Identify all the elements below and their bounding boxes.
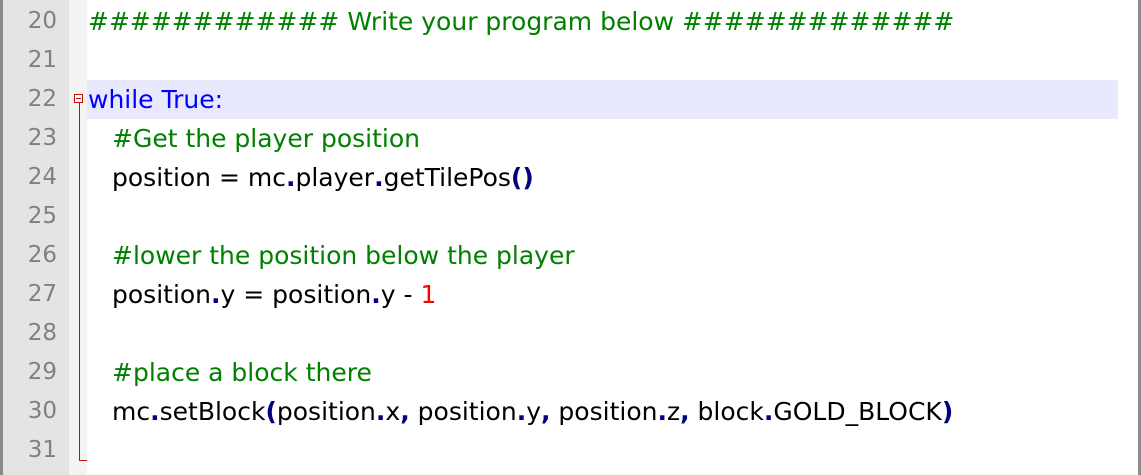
code-token: x: [385, 397, 401, 426]
code-line[interactable]: 21: [0, 41, 1141, 80]
code-line[interactable]: 31: [0, 431, 1141, 470]
line-number: 25: [27, 203, 57, 229]
code-line[interactable]: 25: [0, 197, 1141, 236]
code-token: .: [657, 397, 667, 426]
code-token: .: [211, 280, 221, 309]
code-token: position: [550, 397, 658, 426]
code-line[interactable]: 30 mc.setBlock(position.x, position.y, po…: [0, 392, 1141, 431]
code-token: y: [220, 280, 244, 309]
code-token: True: [161, 85, 215, 114]
code-token: .: [375, 397, 386, 426]
code-token: .: [763, 397, 774, 426]
code-token: .: [374, 163, 384, 192]
line-code[interactable]: position.y = position.y - 1: [112, 275, 436, 314]
code-token: .: [150, 397, 160, 426]
code-token: position: [276, 397, 376, 426]
code-token: -: [403, 280, 413, 309]
code-token: ): [941, 397, 954, 426]
code-token: (: [265, 397, 277, 426]
line-code[interactable]: position = mc.player.getTilePos(): [112, 158, 534, 197]
line-number: 22: [27, 86, 57, 112]
line-code[interactable]: while True:: [88, 80, 223, 119]
code-token: .: [516, 397, 527, 426]
code-token: player: [295, 163, 375, 192]
code-token: position: [264, 280, 372, 309]
code-token: setBlock: [159, 397, 266, 426]
code-token: GOLD_BLOCK: [773, 397, 942, 426]
line-number: 31: [27, 437, 57, 463]
code-line[interactable]: 23 #Get the player position: [0, 119, 1141, 158]
code-line[interactable]: 20 ############ Write your program below …: [0, 2, 1141, 41]
code-token: position: [112, 163, 219, 192]
code-token: ,: [400, 397, 410, 426]
code-token: #lower the position below the player: [112, 241, 575, 270]
code-token: #place a block there: [112, 358, 372, 387]
code-line[interactable]: 24 position = mc.player.getTilePos(): [0, 158, 1141, 197]
code-token: getTilePos: [383, 163, 511, 192]
code-line[interactable]: 28: [0, 314, 1141, 353]
code-token: block: [689, 397, 764, 426]
code-token: position: [409, 397, 517, 426]
code-token: mc: [239, 163, 286, 192]
line-number: 27: [27, 281, 57, 307]
fold-minus-icon[interactable]: [74, 94, 83, 103]
line-number: 30: [27, 398, 57, 424]
current-line-highlight: [87, 80, 1118, 119]
code-token: position: [112, 280, 212, 309]
code-token: z: [666, 397, 681, 426]
code-token: =: [243, 280, 265, 309]
line-number: 29: [27, 359, 57, 385]
line-number: 21: [27, 47, 57, 73]
code-line[interactable]: 29 #place a block there: [0, 353, 1141, 392]
code-token: ,: [680, 397, 690, 426]
code-token: .: [371, 280, 381, 309]
code-token: =: [218, 163, 240, 192]
code-editor[interactable]: 20 ############ Write your program below …: [0, 0, 1141, 475]
line-code[interactable]: mc.setBlock(position.x, position.y, posi…: [112, 392, 953, 431]
code-token: #Get the player position: [112, 124, 420, 153]
code-line[interactable]: 26 #lower the position below the player: [0, 236, 1141, 275]
code-token: y: [380, 280, 404, 309]
line-code[interactable]: #lower the position below the player: [112, 236, 575, 275]
code-token: mc: [112, 397, 151, 426]
code-token: 1: [420, 280, 437, 309]
code-token: :: [214, 85, 224, 114]
line-number: 28: [27, 320, 57, 346]
code-token: ############ Write your program below ##…: [88, 7, 955, 36]
line-code[interactable]: #Get the player position: [112, 119, 420, 158]
fold-range-end: [79, 460, 87, 461]
line-number: 26: [27, 242, 57, 268]
code-token: (): [510, 163, 534, 192]
fold-range-line: [79, 103, 80, 460]
line-number: 24: [27, 164, 57, 190]
line-code[interactable]: ############ Write your program below ##…: [88, 2, 954, 41]
code-line[interactable]: 22 while True:: [0, 80, 1141, 119]
code-token: y: [526, 397, 541, 426]
line-code[interactable]: #place a block there: [112, 353, 372, 392]
line-number: 23: [27, 125, 57, 151]
code-line[interactable]: 27 position.y = position.y - 1: [0, 275, 1141, 314]
line-number: 20: [27, 8, 57, 34]
code-token: while: [88, 85, 154, 114]
